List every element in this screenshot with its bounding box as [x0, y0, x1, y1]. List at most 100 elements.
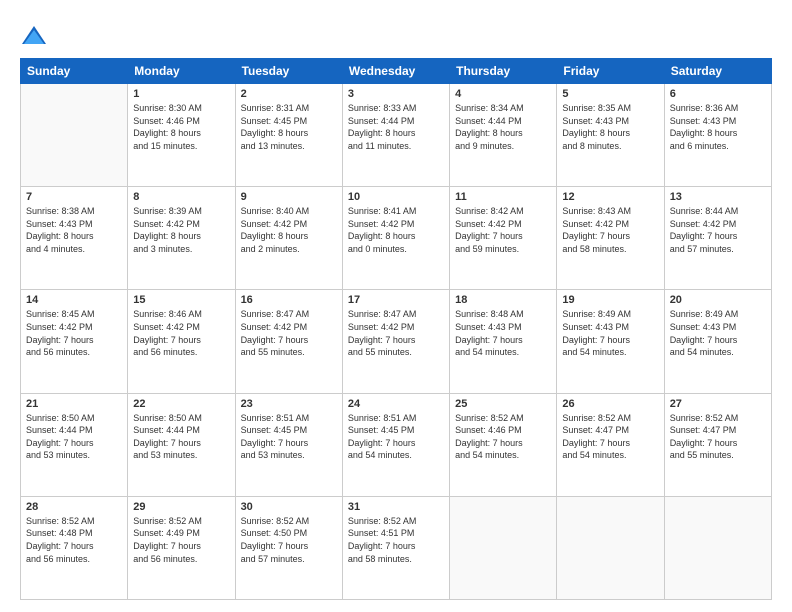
calendar-cell: 1 Sunrise: 8:30 AMSunset: 4:46 PMDaylight… — [128, 84, 235, 187]
week-row-2: 7Sunrise: 8:38 AMSunset: 4:43 PMDaylight… — [21, 187, 772, 290]
day-info: Sunrise: 8:33 AMSunset: 4:44 PMDaylight:… — [348, 102, 444, 152]
calendar: SundayMondayTuesdayWednesdayThursdayFrid… — [20, 58, 772, 600]
calendar-cell: 18 Sunrise: 8:48 AMSunset: 4:43 PMDayligh… — [450, 290, 557, 393]
calendar-cell — [450, 496, 557, 599]
day-info: Sunrise: 8:40 AMSunset: 4:42 PMDaylight:… — [241, 205, 337, 255]
logo-icon — [20, 22, 48, 50]
header — [20, 18, 772, 50]
calendar-cell: 5 Sunrise: 8:35 AMSunset: 4:43 PMDaylight… — [557, 84, 664, 187]
day-info: Sunrise: 8:46 AMSunset: 4:42 PMDaylight:… — [133, 308, 229, 358]
day-number: 12 — [562, 191, 658, 203]
calendar-cell: 11 Sunrise: 8:42 AMSunset: 4:42 PMDayligh… — [450, 187, 557, 290]
day-info: Sunrise: 8:50 AMSunset: 4:44 PMDaylight:… — [133, 412, 229, 462]
day-info: Sunrise: 8:42 AMSunset: 4:42 PMDaylight:… — [455, 205, 551, 255]
day-info: Sunrise: 8:52 AMSunset: 4:50 PMDaylight:… — [241, 515, 337, 565]
calendar-cell: 19 Sunrise: 8:49 AMSunset: 4:43 PMDayligh… — [557, 290, 664, 393]
day-info: Sunrise: 8:50 AMSunset: 4:44 PMDaylight:… — [26, 412, 122, 462]
calendar-cell: 6 Sunrise: 8:36 AMSunset: 4:43 PMDaylight… — [664, 84, 771, 187]
day-header-monday: Monday — [128, 59, 235, 84]
calendar-cell: 27 Sunrise: 8:52 AMSunset: 4:47 PMDayligh… — [664, 393, 771, 496]
day-info: Sunrise: 8:52 AMSunset: 4:47 PMDaylight:… — [562, 412, 658, 462]
week-row-3: 14Sunrise: 8:45 AMSunset: 4:42 PMDayligh… — [21, 290, 772, 393]
day-number: 14 — [26, 294, 122, 306]
day-info: Sunrise: 8:34 AMSunset: 4:44 PMDaylight:… — [455, 102, 551, 152]
week-row-4: 21 Sunrise: 8:50 AMSunset: 4:44 PMDayligh… — [21, 393, 772, 496]
calendar-cell: 16 Sunrise: 8:47 AMSunset: 4:42 PMDayligh… — [235, 290, 342, 393]
day-number: 18 — [455, 294, 551, 306]
day-number: 4 — [455, 88, 551, 100]
day-info: Sunrise: 8:52 AMSunset: 4:51 PMDaylight:… — [348, 515, 444, 565]
calendar-cell: 20 Sunrise: 8:49 AMSunset: 4:43 PMDayligh… — [664, 290, 771, 393]
calendar-cell: 9Sunrise: 8:40 AMSunset: 4:42 PMDaylight… — [235, 187, 342, 290]
day-header-friday: Friday — [557, 59, 664, 84]
day-number: 29 — [133, 501, 229, 513]
days-header-row: SundayMondayTuesdayWednesdayThursdayFrid… — [21, 59, 772, 84]
calendar-cell: 21 Sunrise: 8:50 AMSunset: 4:44 PMDayligh… — [21, 393, 128, 496]
calendar-cell: 10 Sunrise: 8:41 AMSunset: 4:42 PMDayligh… — [342, 187, 449, 290]
day-number: 20 — [670, 294, 766, 306]
calendar-cell — [664, 496, 771, 599]
calendar-cell: 14Sunrise: 8:45 AMSunset: 4:42 PMDayligh… — [21, 290, 128, 393]
day-header-sunday: Sunday — [21, 59, 128, 84]
calendar-cell: 30 Sunrise: 8:52 AMSunset: 4:50 PMDayligh… — [235, 496, 342, 599]
calendar-cell — [557, 496, 664, 599]
calendar-cell: 4 Sunrise: 8:34 AMSunset: 4:44 PMDaylight… — [450, 84, 557, 187]
calendar-cell: 12 Sunrise: 8:43 AMSunset: 4:42 PMDayligh… — [557, 187, 664, 290]
day-info: Sunrise: 8:43 AMSunset: 4:42 PMDaylight:… — [562, 205, 658, 255]
day-info: Sunrise: 8:49 AMSunset: 4:43 PMDaylight:… — [562, 308, 658, 358]
week-row-5: 28 Sunrise: 8:52 AMSunset: 4:48 PMDayligh… — [21, 496, 772, 599]
day-number: 26 — [562, 398, 658, 410]
day-info: Sunrise: 8:47 AMSunset: 4:42 PMDaylight:… — [241, 308, 337, 358]
day-number: 15 — [133, 294, 229, 306]
calendar-cell: 13 Sunrise: 8:44 AMSunset: 4:42 PMDayligh… — [664, 187, 771, 290]
calendar-cell: 7Sunrise: 8:38 AMSunset: 4:43 PMDaylight… — [21, 187, 128, 290]
day-info: Sunrise: 8:30 AMSunset: 4:46 PMDaylight:… — [133, 102, 229, 152]
week-row-1: 1 Sunrise: 8:30 AMSunset: 4:46 PMDaylight… — [21, 84, 772, 187]
day-info: Sunrise: 8:41 AMSunset: 4:42 PMDaylight:… — [348, 205, 444, 255]
calendar-cell: 28 Sunrise: 8:52 AMSunset: 4:48 PMDayligh… — [21, 496, 128, 599]
day-number: 6 — [670, 88, 766, 100]
day-info: Sunrise: 8:47 AMSunset: 4:42 PMDaylight:… — [348, 308, 444, 358]
day-number: 21 — [26, 398, 122, 410]
calendar-cell: 3 Sunrise: 8:33 AMSunset: 4:44 PMDaylight… — [342, 84, 449, 187]
calendar-cell: 2Sunrise: 8:31 AMSunset: 4:45 PMDaylight… — [235, 84, 342, 187]
day-info: Sunrise: 8:52 AMSunset: 4:46 PMDaylight:… — [455, 412, 551, 462]
day-info: Sunrise: 8:52 AMSunset: 4:47 PMDaylight:… — [670, 412, 766, 462]
day-header-thursday: Thursday — [450, 59, 557, 84]
calendar-cell: 15 Sunrise: 8:46 AMSunset: 4:42 PMDayligh… — [128, 290, 235, 393]
day-header-saturday: Saturday — [664, 59, 771, 84]
calendar-cell: 8 Sunrise: 8:39 AMSunset: 4:42 PMDaylight… — [128, 187, 235, 290]
day-number: 30 — [241, 501, 337, 513]
calendar-cell: 17Sunrise: 8:47 AMSunset: 4:42 PMDayligh… — [342, 290, 449, 393]
day-number: 8 — [133, 191, 229, 203]
day-info: Sunrise: 8:44 AMSunset: 4:42 PMDaylight:… — [670, 205, 766, 255]
day-info: Sunrise: 8:48 AMSunset: 4:43 PMDaylight:… — [455, 308, 551, 358]
day-info: Sunrise: 8:52 AMSunset: 4:48 PMDaylight:… — [26, 515, 122, 565]
calendar-cell: 23 Sunrise: 8:51 AMSunset: 4:45 PMDayligh… — [235, 393, 342, 496]
day-info: Sunrise: 8:35 AMSunset: 4:43 PMDaylight:… — [562, 102, 658, 152]
day-number: 24 — [348, 398, 444, 410]
day-header-tuesday: Tuesday — [235, 59, 342, 84]
day-info: Sunrise: 8:38 AMSunset: 4:43 PMDaylight:… — [26, 205, 122, 255]
day-number: 13 — [670, 191, 766, 203]
day-number: 28 — [26, 501, 122, 513]
day-info: Sunrise: 8:51 AMSunset: 4:45 PMDaylight:… — [348, 412, 444, 462]
day-info: Sunrise: 8:52 AMSunset: 4:49 PMDaylight:… — [133, 515, 229, 565]
day-header-wednesday: Wednesday — [342, 59, 449, 84]
day-number: 22 — [133, 398, 229, 410]
day-number: 5 — [562, 88, 658, 100]
day-number: 23 — [241, 398, 337, 410]
day-number: 19 — [562, 294, 658, 306]
day-info: Sunrise: 8:49 AMSunset: 4:43 PMDaylight:… — [670, 308, 766, 358]
day-number: 16 — [241, 294, 337, 306]
day-number: 1 — [133, 88, 229, 100]
day-number: 11 — [455, 191, 551, 203]
day-info: Sunrise: 8:39 AMSunset: 4:42 PMDaylight:… — [133, 205, 229, 255]
day-number: 10 — [348, 191, 444, 203]
day-number: 3 — [348, 88, 444, 100]
day-info: Sunrise: 8:51 AMSunset: 4:45 PMDaylight:… — [241, 412, 337, 462]
calendar-cell: 26 Sunrise: 8:52 AMSunset: 4:47 PMDayligh… — [557, 393, 664, 496]
calendar-cell: 22 Sunrise: 8:50 AMSunset: 4:44 PMDayligh… — [128, 393, 235, 496]
day-info: Sunrise: 8:36 AMSunset: 4:43 PMDaylight:… — [670, 102, 766, 152]
day-number: 27 — [670, 398, 766, 410]
